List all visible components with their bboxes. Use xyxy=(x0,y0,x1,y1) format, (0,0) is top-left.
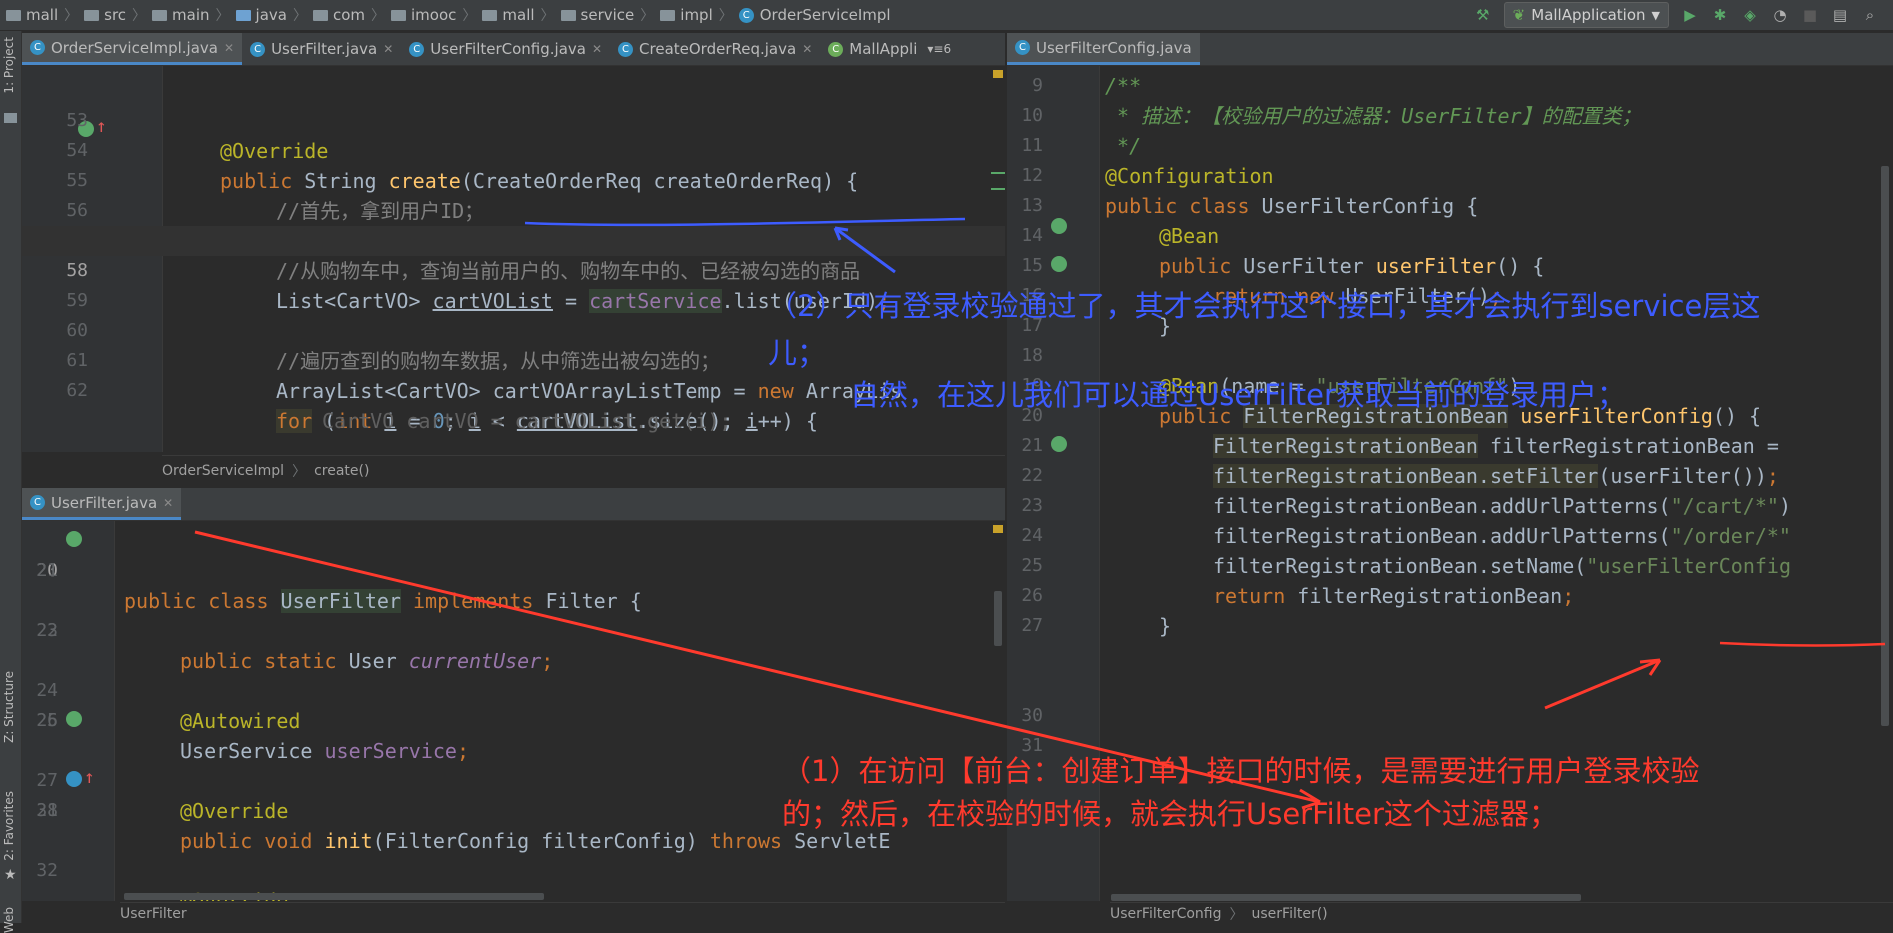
annotation-blue-line1: （2）只有登录校验通过了，其才会执行这个接口，其才会执行到service层这 xyxy=(768,289,1761,323)
annotation-red-line2: 的；然后，在校验的时候，就会执行UserFilter这个过滤器； xyxy=(782,797,1558,831)
annotation-blue-line3: 自然，在这儿我们可以通过UserFilter获取当前的登录用户； xyxy=(850,378,1626,412)
annotation-blue-line2: 儿； xyxy=(768,336,827,370)
annotation-red-line1: （1）在访问【前台：创建订单】接口的时候，是需要进行用户登录校验 xyxy=(782,754,1700,788)
